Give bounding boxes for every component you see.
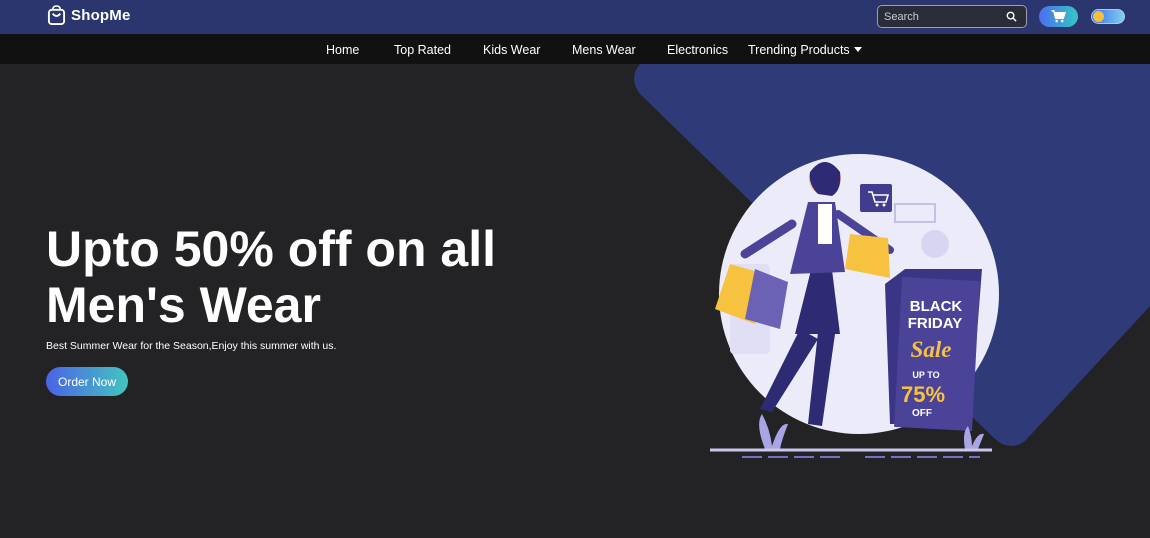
sign-line-sale: Sale [911, 337, 952, 362]
sign-line-percent: 75% [901, 382, 945, 407]
hero-headline: Upto 50% off on all Men's Wear [46, 221, 496, 333]
nav-item-mens-wear[interactable]: Mens Wear [572, 43, 636, 57]
nav-item-electronics[interactable]: Electronics [667, 43, 728, 57]
sign-line-black: BLACK [910, 298, 963, 315]
search-icon[interactable] [1006, 11, 1017, 22]
brand-name: ShopMe [71, 7, 131, 24]
shopping-woman-illustration: BLACK FRIDAY Sale UP TO 75% OFF [710, 154, 999, 458]
cart-icon [1051, 10, 1066, 23]
nav-item-top-rated[interactable]: Top Rated [394, 43, 451, 57]
brand-logo[interactable]: ShopMe [47, 5, 131, 26]
search-input[interactable] [884, 9, 999, 24]
hero-banner: Upto 50% off on all Men's Wear Best Summ… [0, 64, 1150, 538]
order-now-button[interactable]: Order Now [46, 367, 128, 396]
toggle-knob [1093, 11, 1104, 22]
shopping-bag-icon [47, 5, 66, 25]
search-box[interactable] [877, 5, 1027, 28]
hero-subline: Best Summer Wear for the Season,Enjoy th… [46, 340, 337, 352]
nav-item-trending-products[interactable]: Trending Products [748, 43, 862, 57]
nav-item-home[interactable]: Home [326, 43, 359, 57]
chevron-down-icon [853, 47, 862, 52]
sign-line-off: OFF [912, 408, 932, 419]
nav-item-label: Trending Products [748, 43, 850, 57]
nav-item-kids-wear[interactable]: Kids Wear [483, 43, 540, 57]
cart-button[interactable] [1039, 6, 1078, 27]
main-nav: Home Top Rated Kids Wear Mens Wear Elect… [0, 34, 1150, 64]
sign-line-friday: FRIDAY [908, 315, 962, 332]
top-header: ShopMe [0, 0, 1150, 34]
dark-mode-toggle[interactable] [1091, 9, 1125, 24]
sign-line-up-to: UP TO [912, 370, 939, 380]
